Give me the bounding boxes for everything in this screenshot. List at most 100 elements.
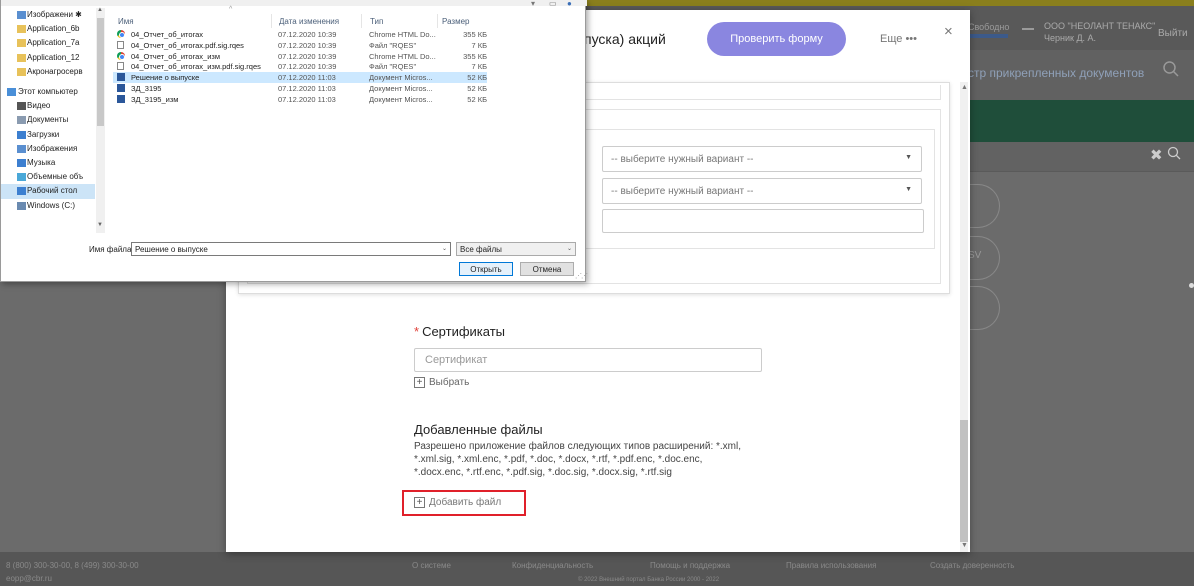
layout-icon[interactable]: ▭ [549, 0, 557, 8]
select-certificate-button[interactable]: + Выбрать [414, 377, 469, 388]
file-size: 7 КБ [471, 62, 487, 72]
footer-link[interactable]: О системе [412, 561, 451, 570]
nav-item[interactable]: Изображения [1, 142, 95, 157]
file-type: Файл "RQES" [369, 62, 417, 72]
indicator-dot [1189, 283, 1194, 288]
file-row[interactable]: ЗД_3195_изм 07.12.2020 11:03 Документ Micr… [113, 94, 487, 105]
option-select[interactable]: -- выберите нужный вариант -- ▼ [602, 146, 922, 172]
column-header-size[interactable]: Размер [442, 17, 470, 26]
added-files-title: Добавленные файлы [414, 422, 543, 437]
word-file-icon [117, 84, 125, 92]
word-file-icon [117, 73, 125, 82]
nav-item[interactable]: Рабочий стол [1, 184, 95, 200]
nav-item[interactable]: Application_6b [1, 22, 95, 37]
nav-item[interactable]: Изображени ✱ [1, 8, 95, 23]
file-date: 07.12.2020 10:39 [278, 51, 337, 61]
certificates-label-text: Сертификаты [422, 324, 506, 339]
file-row[interactable]: 04_Отчет_об_итогах_изм.pdf.sig.rqes 07.12… [113, 61, 487, 72]
footer-link[interactable]: Правила использования [786, 561, 876, 570]
check-form-button[interactable]: Проверить форму [707, 22, 846, 56]
file-row[interactable]: 04_Отчет_об_итогах_изм 07.12.2020 10:39 Ch… [113, 51, 487, 62]
option-select[interactable]: -- выберите нужный вариант -- ▼ [602, 178, 922, 204]
nav-item[interactable]: Windows (C:) [1, 199, 95, 214]
search-icon[interactable] [1160, 60, 1182, 82]
certificates-label: * Сертификаты [414, 324, 505, 339]
folder-icon [17, 144, 26, 153]
status-label: Свободно [968, 22, 1010, 32]
column-separator[interactable] [437, 14, 438, 28]
chevron-down-icon[interactable]: ⌄ [442, 245, 447, 252]
plus-box-icon: + [414, 377, 425, 388]
scroll-down-icon[interactable]: ▼ [97, 222, 103, 228]
file-date: 07.12.2020 11:03 [278, 84, 336, 93]
help-icon[interactable]: ● [567, 0, 572, 8]
nav-item[interactable]: Application_12 [1, 51, 95, 66]
column-header-name[interactable]: Имя [118, 17, 134, 26]
file-date: 07.12.2020 11:03 [278, 73, 336, 83]
user-info: ООО "НЕОЛАНТ ТЕНАКС" Черник Д. А. [1044, 20, 1155, 44]
nav-item-label: Изображения [27, 143, 78, 153]
chevron-down-icon: ⌄ [566, 246, 572, 252]
file-icon [117, 40, 124, 49]
file-row[interactable]: Решение о выпуске 07.12.2020 11:03 Докумен… [113, 72, 487, 84]
chevron-down-icon: ▼ [905, 154, 912, 161]
cancel-button[interactable]: Отмена [520, 262, 574, 276]
column-separator[interactable] [271, 14, 272, 28]
scroll-up-icon[interactable]: ▲ [961, 84, 968, 91]
file-size: 52 КБ [467, 73, 487, 83]
add-file-button[interactable]: + Добавить файл [402, 490, 526, 516]
status-bar [968, 34, 1008, 38]
certificate-input[interactable]: Сертификат [414, 348, 762, 372]
resize-grip-icon[interactable]: ⋰⋰ [575, 272, 588, 280]
file-row[interactable]: 04_Отчет_об_итогах.pdf.sig.rqes 07.12.202… [113, 40, 487, 51]
file-type-select[interactable]: Все файлы ⌄ [456, 242, 576, 256]
close-icon[interactable]: × [944, 24, 953, 39]
add-file-label: Добавить файл [429, 497, 502, 509]
file-row[interactable]: ЗД_3195 07.12.2020 11:03 Документ Micros..… [113, 83, 487, 94]
file-name: 04_Отчет_об_итогах [131, 30, 204, 39]
footer-copyright: © 2022 Внешний портал Банка России 2000 … [578, 577, 720, 583]
folder-icon [17, 201, 26, 210]
footer-email[interactable]: eopp@cbr.ru [6, 574, 52, 583]
file-size: 355 КБ [463, 51, 487, 61]
nav-item-label: Application_7a [27, 38, 80, 48]
folder-icon [17, 25, 26, 34]
modal-scrollbar-thumb[interactable] [960, 420, 968, 542]
open-button[interactable]: Открыть [459, 262, 513, 276]
nav-item-label: Application_6b [27, 24, 80, 34]
column-separator[interactable] [361, 14, 362, 28]
file-name: 04_Отчет_об_итогах_изм.pdf.sig.rqes [131, 62, 261, 72]
clear-filter-icon[interactable]: ✖ [1150, 147, 1163, 164]
nav-item[interactable]: Объемные объ [1, 170, 95, 185]
filename-input[interactable]: Решение о выпуске ⌄ [131, 242, 451, 256]
file-type: Файл "RQES" [369, 40, 417, 50]
footer-phone: 8 (800) 300-30-00, 8 (499) 300-30-00 [6, 561, 139, 570]
nav-item[interactable]: Музыка [1, 156, 95, 171]
filename-value: Решение о выпуске [135, 245, 208, 254]
footer-link[interactable]: Помощь и поддержка [650, 561, 730, 570]
nav-item[interactable]: Application_7a [1, 36, 95, 51]
view-menu-icon[interactable]: ▾ [531, 0, 535, 8]
filter-search-icon[interactable] [1167, 146, 1181, 164]
word-file-icon [117, 94, 125, 103]
attached-documents-link[interactable]: стр прикрепленных документов [968, 66, 1144, 80]
column-header-date[interactable]: Дата изменения [279, 17, 339, 26]
folder-icon [17, 116, 26, 125]
footer-link[interactable]: Конфиденциальность [512, 561, 593, 570]
more-menu[interactable]: Еще ••• [880, 33, 917, 45]
file-row[interactable]: 04_Отчет_об_итогах 07.12.2020 10:39 Chrome… [113, 29, 487, 40]
folder-icon [17, 173, 26, 182]
exit-link[interactable]: Выйти [1158, 28, 1188, 39]
column-header-type[interactable]: Тип [370, 17, 383, 26]
nav-item[interactable]: Акронагросерв [1, 65, 95, 80]
footer-link[interactable]: Создать доверенность [930, 561, 1014, 570]
scroll-up-icon[interactable]: ▲ [97, 7, 103, 13]
select-placeholder: -- выберите нужный вариант -- [611, 186, 754, 197]
text-input[interactable] [602, 209, 924, 233]
nav-item[interactable]: Видео [1, 99, 95, 114]
nav-item[interactable]: Документы [1, 113, 95, 128]
scroll-down-icon[interactable]: ▼ [961, 542, 968, 549]
nav-scrollbar-thumb[interactable] [97, 18, 104, 126]
nav-item[interactable]: Загрузки [1, 128, 95, 143]
nav-item[interactable]: Этот компьютер [1, 85, 95, 100]
